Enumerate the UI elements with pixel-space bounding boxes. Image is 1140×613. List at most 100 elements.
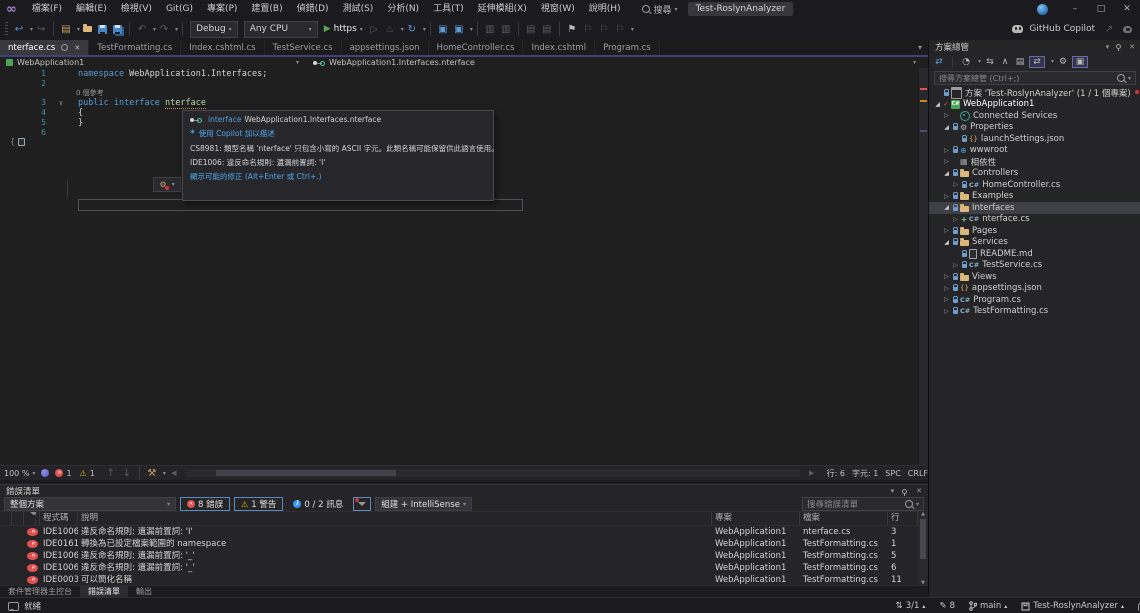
error-count-icon[interactable]: ✕ <box>55 469 63 477</box>
github-copilot-label[interactable]: GitHub Copilot <box>1029 24 1095 34</box>
maximize-button[interactable]: □ <box>1088 4 1114 14</box>
expander-closed-icon[interactable]: ▷ <box>942 227 951 234</box>
pin-icon[interactable] <box>902 489 907 494</box>
line-ending-mode[interactable]: CRLF <box>908 469 928 478</box>
next-issue-icon[interactable]: ↓ <box>120 468 134 479</box>
breadcrumb-project[interactable]: WebApplication1 ▾ <box>0 58 305 67</box>
chevron-down-icon[interactable]: ▾ <box>1106 43 1110 51</box>
tree-item-homecontroller-cs[interactable]: ▷C#HomeController.cs <box>929 179 1140 191</box>
pending-changes-button[interactable]: ✎ 8 <box>939 601 955 611</box>
menu-x[interactable]: 延伸模組(X) <box>471 0 534 18</box>
tree-item-testservice-cs[interactable]: ▷C#TestService.cs <box>929 260 1140 272</box>
tree-item-connected-services[interactable]: ▷Connected Services <box>929 110 1140 122</box>
document-health-icon[interactable] <box>41 469 49 477</box>
switch-views-icon[interactable]: ⇄ <box>933 57 945 67</box>
header-line[interactable]: 行 <box>888 512 918 525</box>
indentation-mode[interactable]: SPC <box>885 469 901 478</box>
toolbar-drag-handle[interactable] <box>5 22 8 36</box>
minimize-button[interactable]: – <box>1062 4 1088 14</box>
redo-icon[interactable]: ↷ <box>157 24 171 35</box>
error-row-1[interactable]: ✕IDE1006違反命名規則: 遺漏前置詞: 'I'WebApplication… <box>0 526 928 538</box>
git-sync-button[interactable]: ⇅ 3/1 ▴ <box>896 601 926 611</box>
codelens-row[interactable]: 0 個參考 <box>0 89 910 98</box>
expander-open-icon[interactable]: ◢ <box>942 204 951 211</box>
indent-increase-icon[interactable]: ▤ <box>540 24 554 35</box>
tree-item-examples[interactable]: ▷Examples <box>929 191 1140 203</box>
scrollbar-thumb[interactable] <box>920 519 926 559</box>
error-count[interactable]: 1 <box>66 469 71 478</box>
error-row-3[interactable]: ✕IDE1006違反命名規則: 遺漏前置詞: '_'WebApplication… <box>0 550 928 562</box>
codelens-references[interactable]: 0 個參考 <box>76 89 104 98</box>
code-line-2[interactable]: 2 <box>0 79 910 89</box>
quick-actions-button[interactable]: ⚙ ▾ <box>153 177 181 192</box>
previous-issue-icon[interactable]: ↑ <box>104 468 118 479</box>
header-project[interactable]: 專案 <box>712 512 800 525</box>
navigate-forward-icon[interactable]: ↪ <box>34 24 48 35</box>
account-avatar[interactable] <box>1037 4 1048 15</box>
tree-item-program-cs[interactable]: ▷C#Program.cs <box>929 294 1140 306</box>
outline-margin[interactable]: ∨ <box>46 98 76 108</box>
menu-h[interactable]: 說明(H) <box>582 0 628 18</box>
previous-bookmark-icon[interactable]: ⚐ <box>581 24 595 35</box>
open-folder-icon[interactable] <box>83 26 92 32</box>
tab-index-cshtml[interactable]: Index.cshtml <box>523 40 595 55</box>
menu-n[interactable]: 分析(N) <box>380 0 426 18</box>
menu-s[interactable]: 測試(S) <box>336 0 381 18</box>
tree-item-wwwroot[interactable]: ▷⊕wwwroot <box>929 145 1140 157</box>
menu-e[interactable]: 編輯(E) <box>69 0 114 18</box>
feedback-icon[interactable] <box>8 602 19 611</box>
navigate-back-icon[interactable]: ↩ <box>12 24 26 35</box>
expander-open-icon[interactable]: ◢ <box>942 124 951 131</box>
expander-open-icon[interactable]: ◢ <box>933 101 942 108</box>
word-wrap-icon[interactable]: ▥ <box>499 24 513 35</box>
tree-item-properties[interactable]: ◢⚙Properties <box>929 122 1140 134</box>
expander-closed-icon[interactable]: ▷ <box>942 193 951 200</box>
repository-button[interactable]: Test-RoslynAnalyzer ▴ <box>1021 601 1124 611</box>
error-row-2[interactable]: ✕IDE0161轉換為已設定檔案範圍的 namespaceWebApplicat… <box>0 538 928 550</box>
menu-p[interactable]: 專案(P) <box>200 0 244 18</box>
warnings-filter-button[interactable]: ⚠ 1 警告 <box>234 497 283 511</box>
menu-f[interactable]: 檔案(F) <box>25 0 69 18</box>
close-icon[interactable]: ✕ <box>1129 43 1135 51</box>
cursor-line-indicator[interactable]: 行: 6 <box>827 468 845 479</box>
close-icon[interactable]: ✕ <box>74 44 80 52</box>
error-list-scrollbar[interactable]: ▲ ▼ <box>918 511 928 586</box>
expander-closed-icon[interactable]: ▷ <box>942 147 951 154</box>
editor-horizontal-scrollbar[interactable] <box>186 469 800 477</box>
expander-closed-icon[interactable]: ▷ <box>942 158 951 165</box>
tree-item-interfaces[interactable]: ◢Interfaces <box>929 202 1140 214</box>
scope-filter-dropdown[interactable]: 整個方案 ▾ <box>4 497 176 511</box>
tab-testservice-cs[interactable]: TestService.cs <box>265 40 342 55</box>
menu-v[interactable]: 檢視(V) <box>114 0 159 18</box>
save-icon[interactable] <box>98 25 107 34</box>
menu-git-g[interactable]: Git(G) <box>159 0 200 18</box>
header-description[interactable]: 說明 <box>78 512 712 525</box>
zoom-level-dropdown[interactable]: 100 % <box>4 469 29 478</box>
filter-settings-button[interactable] <box>353 497 371 511</box>
menu-d[interactable]: 偵錯(D) <box>290 0 336 18</box>
hot-reload-icon[interactable]: ♨ <box>383 24 397 35</box>
editor-vertical-scrollbar[interactable] <box>919 68 928 465</box>
code-cleanup-icon[interactable]: ⚒ <box>145 468 159 479</box>
expander-closed-icon[interactable]: ▷ <box>951 262 960 269</box>
git-branch-button[interactable]: main ▴ <box>969 601 1007 611</box>
solution-name-badge[interactable]: Test-RoslynAnalyzer <box>688 2 794 16</box>
sync-with-active-document-icon[interactable]: ⇄ <box>1029 56 1045 68</box>
tab-index-cshtml-cs[interactable]: Index.cshtml.cs <box>181 40 264 55</box>
errors-filter-button[interactable]: ✕ 8 錯誤 <box>180 497 230 511</box>
restart-application-icon[interactable]: ↻ <box>405 24 419 35</box>
tree-item-readme-md[interactable]: README.md <box>929 248 1140 260</box>
menu-t[interactable]: 工具(T) <box>426 0 471 18</box>
undo-icon[interactable]: ↶ <box>135 24 149 35</box>
tree-item-pages[interactable]: ▷Pages <box>929 225 1140 237</box>
tree-item-controllers[interactable]: ◢Controllers <box>929 168 1140 180</box>
scroll-right-icon[interactable]: ▶ <box>805 469 819 477</box>
expander-closed-icon[interactable]: ▷ <box>942 273 951 280</box>
header-file[interactable]: 檔案 <box>800 512 888 525</box>
properties-icon[interactable]: ▤ <box>1014 57 1026 67</box>
error-list-search-box[interactable]: 搜尋錯誤清單 ▾ <box>802 497 924 511</box>
copilot-status-icon[interactable] <box>1123 26 1132 33</box>
warning-count-icon[interactable]: ⚠ <box>80 469 87 478</box>
document-outline-icon[interactable]: ▣ <box>452 24 466 35</box>
start-without-debugging-icon[interactable]: ▷ <box>367 24 381 35</box>
